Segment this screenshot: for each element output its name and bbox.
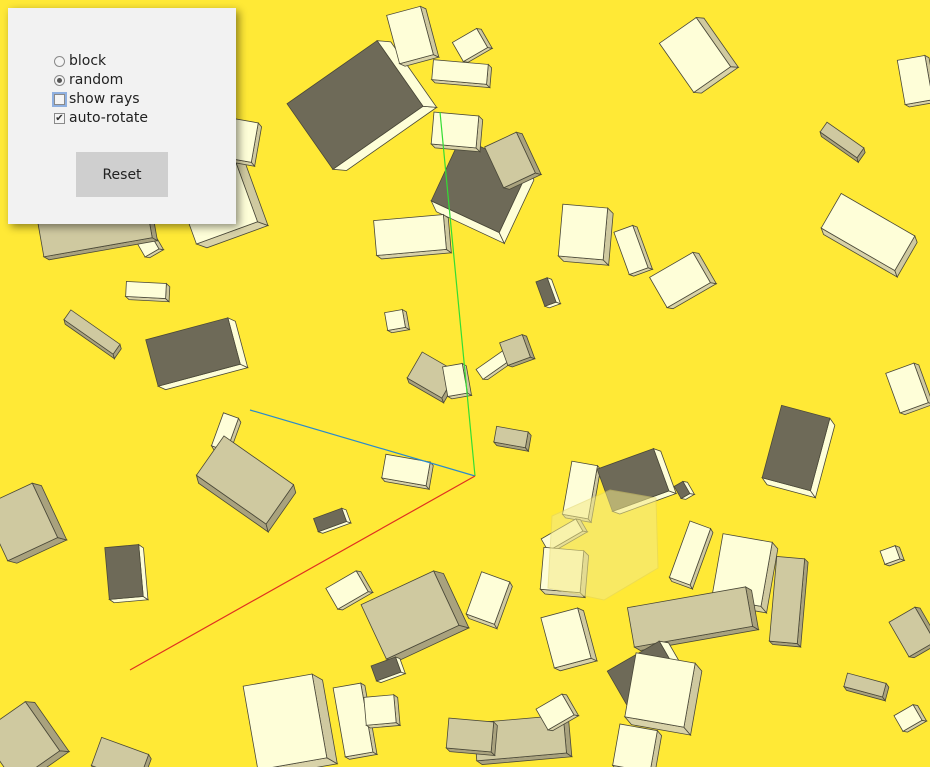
auto-rotate-checkbox[interactable]: ✔ — [54, 112, 65, 124]
scene-block — [104, 543, 150, 604]
scene-block — [673, 480, 696, 500]
scene-block — [540, 607, 599, 672]
scene-block — [465, 571, 513, 630]
show-rays-checkbox[interactable] — [52, 91, 67, 107]
scene-block — [373, 213, 453, 260]
scene-block — [649, 251, 718, 310]
scene-block — [668, 520, 714, 590]
scene-block — [879, 545, 906, 567]
option-random[interactable]: random — [54, 71, 123, 89]
scene-block — [380, 453, 434, 491]
scene-block — [557, 203, 614, 267]
scene-block — [63, 309, 122, 360]
show-rays-label: show rays — [69, 91, 140, 107]
scene-block — [360, 570, 471, 663]
scene-block — [611, 723, 662, 767]
scene-block — [145, 317, 249, 391]
reset-button[interactable]: Reset — [76, 152, 168, 197]
scene-block — [430, 111, 484, 153]
scene-block — [613, 224, 654, 277]
scene-block — [430, 59, 493, 89]
scene-block — [535, 277, 562, 309]
scene-block — [0, 701, 71, 767]
scene-block — [451, 27, 494, 63]
scene-block — [623, 652, 703, 737]
block-radio[interactable] — [54, 55, 65, 67]
ray-blue — [249, 409, 476, 477]
control-panel: block random show rays ✔ auto-rotate Res… — [8, 8, 236, 224]
scene-block — [0, 482, 68, 564]
scene-block — [888, 606, 930, 659]
option-auto-rotate[interactable]: ✔ auto-rotate — [54, 109, 148, 127]
random-radio[interactable] — [54, 74, 65, 86]
scene-block — [312, 507, 353, 534]
scene-block — [626, 586, 760, 651]
scene-block — [492, 425, 532, 453]
scene-block — [896, 54, 930, 108]
option-show-rays[interactable]: show rays — [52, 90, 140, 108]
random-label: random — [69, 72, 124, 88]
scene-block — [658, 16, 740, 94]
scene-block — [363, 693, 402, 729]
option-block[interactable]: block — [54, 52, 106, 70]
scene-block — [242, 673, 339, 767]
scene-block — [819, 121, 866, 164]
scene-block — [768, 556, 809, 648]
scene-block — [384, 308, 411, 334]
scene-block — [893, 704, 928, 733]
scene-block — [761, 404, 836, 499]
scene-block — [90, 736, 152, 767]
auto-rotate-label: auto-rotate — [69, 110, 149, 126]
scene-block — [124, 281, 171, 303]
scene-block — [842, 672, 890, 702]
scene-block — [370, 656, 407, 683]
scene-block — [885, 362, 930, 416]
block-label: block — [69, 53, 107, 69]
scene-block — [445, 717, 498, 757]
scene-block — [820, 192, 918, 278]
scene-block — [195, 435, 297, 533]
